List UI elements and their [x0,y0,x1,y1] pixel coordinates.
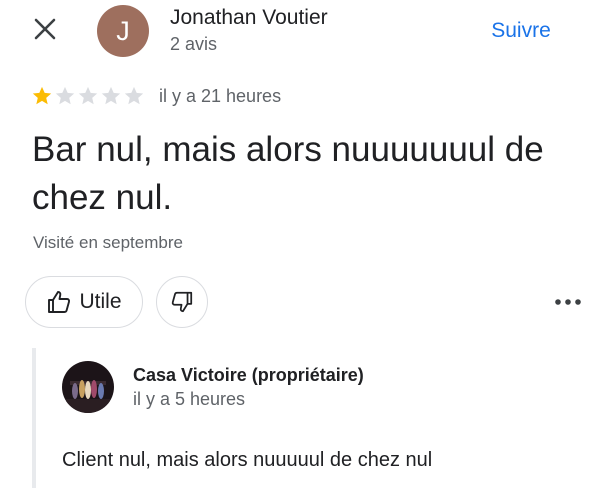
review-time: il y a 21 heures [159,86,282,106]
review-text: Bar nul, mais alors nuuuuuuul de chez nu… [32,130,544,217]
author-avatar[interactable]: J [97,5,149,57]
useful-button[interactable]: Utile [25,276,143,328]
more-options-button[interactable] [548,286,588,318]
owner-photo [62,361,114,413]
thumbs-up-icon [48,291,71,313]
author-name[interactable]: Jonathan Voutier [170,6,328,30]
not-useful-button[interactable] [156,276,208,328]
owner-reply-time: il y a 5 heures [133,389,246,409]
close-icon [34,18,56,40]
thumbs-down-icon [171,291,193,313]
author-review-count: 2 avis [170,34,218,54]
star-empty-icon [78,86,98,105]
follow-button[interactable]: Suivre [478,16,564,46]
star-empty-icon [101,86,121,105]
owner-name: Casa Victoire (propriétaire) [133,365,364,385]
star-empty-icon [55,86,75,105]
owner-reply-text: Client nul, mais alors nuuuuul de chez n… [62,449,433,471]
owner-avatar[interactable] [62,361,114,413]
follow-label: Suivre [491,19,551,42]
star-rating [31,84,146,108]
reply-divider [32,348,36,488]
more-horizontal-icon [555,299,581,305]
useful-label: Utile [79,290,122,313]
star-filled-icon [32,86,52,105]
close-button[interactable] [30,14,60,44]
star-empty-icon [124,86,144,105]
visit-date: Visité en septembre [33,233,183,252]
avatar-initial: J [116,15,130,46]
